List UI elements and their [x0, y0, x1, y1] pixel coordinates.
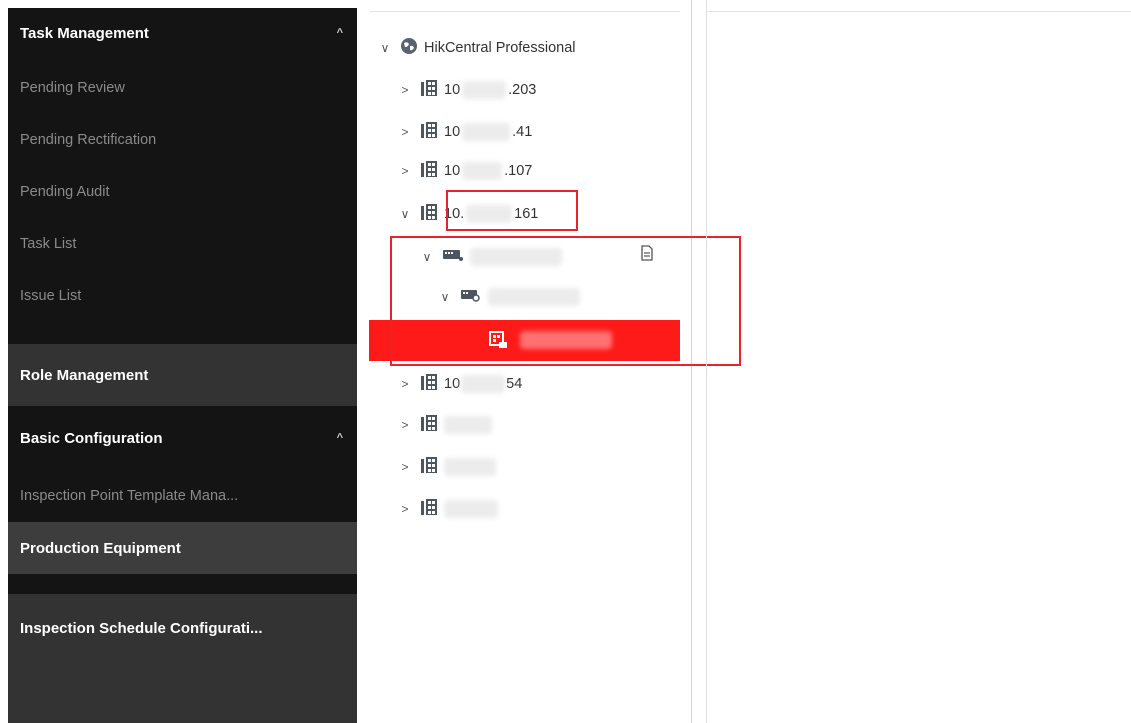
sidebar: Task Management ^ Pending Review Pending…: [8, 8, 357, 723]
nav-production-equipment[interactable]: Production Equipment: [8, 522, 357, 574]
site-ip-suffix: .41: [512, 124, 533, 140]
inspection-schedule-label: Inspection Schedule Configurati...: [20, 620, 263, 637]
tree-site-node[interactable]: >: [396, 411, 492, 439]
nav-pending-audit-label: Pending Audit: [20, 184, 110, 200]
chevron-right-icon[interactable]: >: [396, 164, 414, 178]
globe-icon: [400, 37, 418, 59]
chevron-right-icon[interactable]: >: [396, 418, 414, 432]
chevron-right-icon[interactable]: >: [396, 125, 414, 139]
tree-root-node[interactable]: ∨ HikCentral Professional: [376, 34, 576, 62]
nav-inspection-point-template[interactable]: Inspection Point Template Mana...: [8, 470, 357, 522]
building-icon: [420, 160, 438, 182]
tree-root-label: HikCentral Professional: [424, 40, 576, 56]
basic-configuration-title: Basic Configuration: [20, 429, 163, 447]
chevron-right-icon[interactable]: >: [396, 377, 414, 391]
building-icon: [420, 373, 438, 395]
redacted-text: [444, 500, 498, 518]
site-ip-suffix: .107: [504, 163, 533, 179]
annotation-highlight-box: [446, 190, 578, 231]
redacted-text: [462, 81, 507, 99]
task-management-title: Task Management: [20, 24, 149, 42]
nav-inspection-point-template-label: Inspection Point Template Mana...: [20, 488, 239, 504]
chevron-down-icon[interactable]: ∨: [376, 41, 394, 55]
tree-site-node[interactable]: > 10 54: [396, 370, 522, 398]
building-icon: [420, 498, 438, 520]
nav-task-list[interactable]: Task List: [8, 218, 357, 270]
redacted-text: [444, 416, 492, 434]
nav-task-list-label: Task List: [20, 236, 77, 252]
basic-configuration-header[interactable]: Basic Configuration ^: [8, 406, 357, 470]
site-ip-prefix: 10: [444, 124, 461, 140]
task-management-header[interactable]: Task Management ^: [8, 16, 357, 50]
chevron-up-icon: ^: [336, 27, 343, 39]
chevron-right-icon[interactable]: >: [396, 83, 414, 97]
site-ip-prefix: 10: [444, 82, 461, 98]
divider: [370, 11, 680, 12]
nav-inspection-schedule[interactable]: Inspection Schedule Configurati...: [8, 594, 357, 723]
nav-role-management[interactable]: Role Management: [8, 344, 357, 406]
site-ip-prefix: 10: [444, 163, 461, 179]
redacted-text: [462, 162, 503, 180]
site-ip-prefix: 10: [444, 376, 461, 392]
nav-pending-audit[interactable]: Pending Audit: [8, 166, 357, 218]
annotation-highlight-box: [390, 236, 741, 366]
nav-pending-review[interactable]: Pending Review: [8, 62, 357, 114]
redacted-text: [461, 375, 506, 393]
divider: [706, 11, 1131, 12]
tree-site-node[interactable]: > 10 .107: [396, 157, 532, 185]
building-icon: [420, 203, 438, 225]
site-ip-suffix: .203: [508, 82, 537, 98]
tree-site-node[interactable]: >: [396, 453, 496, 481]
chevron-up-icon: ^: [336, 432, 343, 444]
chevron-right-icon[interactable]: >: [396, 460, 414, 474]
chevron-right-icon[interactable]: >: [396, 502, 414, 516]
tree-site-node[interactable]: >: [396, 495, 498, 523]
building-icon: [420, 121, 438, 143]
nav-pending-rectification[interactable]: Pending Rectification: [8, 114, 357, 166]
detail-panel: [706, 0, 1131, 723]
building-icon: [420, 414, 438, 436]
redacted-text: [444, 458, 496, 476]
nav-issue-list[interactable]: Issue List: [8, 270, 357, 322]
tree-site-node[interactable]: > 10 .203: [396, 76, 536, 104]
nav-pending-rectification-label: Pending Rectification: [20, 132, 157, 148]
redacted-text: [462, 123, 511, 141]
nav-issue-list-label: Issue List: [20, 288, 82, 304]
nav-production-equipment-label: Production Equipment: [20, 539, 181, 557]
building-icon: [420, 456, 438, 478]
tree-site-node[interactable]: > 10 .41: [396, 118, 532, 146]
building-icon: [420, 79, 438, 101]
role-management-label: Role Management: [20, 366, 149, 384]
chevron-down-icon[interactable]: ∨: [396, 207, 414, 221]
nav-pending-review-label: Pending Review: [20, 80, 125, 96]
site-ip-suffix: 54: [506, 376, 523, 392]
